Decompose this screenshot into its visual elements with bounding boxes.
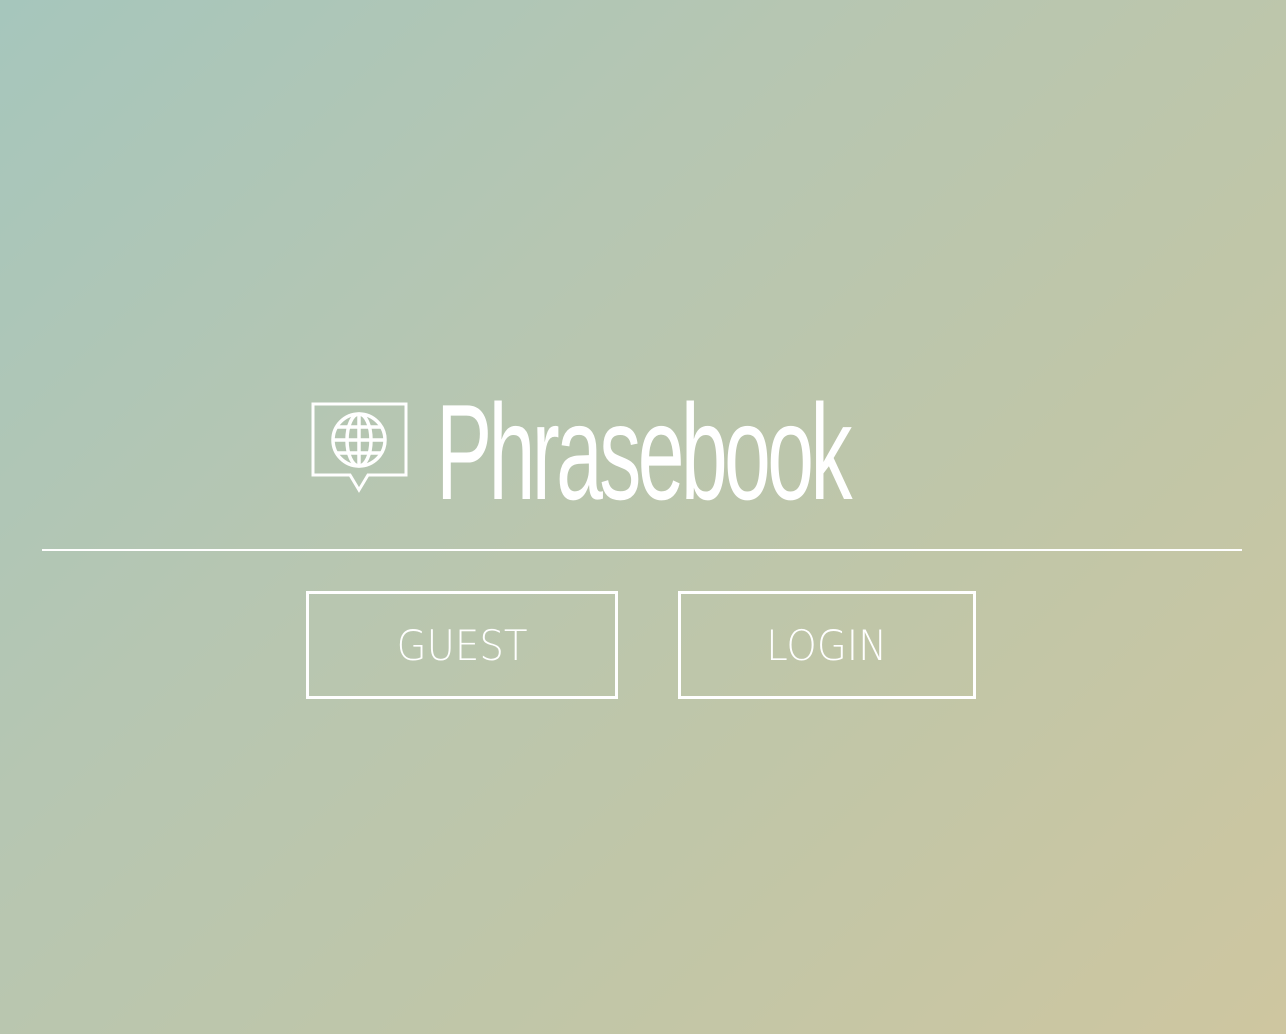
speech-bubble-globe-icon <box>311 402 408 493</box>
login-button-label: LOGIN <box>766 620 888 670</box>
guest-button-label: GUEST <box>396 620 528 670</box>
app-title: Phrasebook <box>436 376 853 528</box>
app-header: Phrasebook <box>0 384 1286 520</box>
header-divider <box>42 549 1242 551</box>
login-button[interactable]: LOGIN <box>678 591 976 699</box>
guest-button[interactable]: GUEST <box>306 591 618 699</box>
